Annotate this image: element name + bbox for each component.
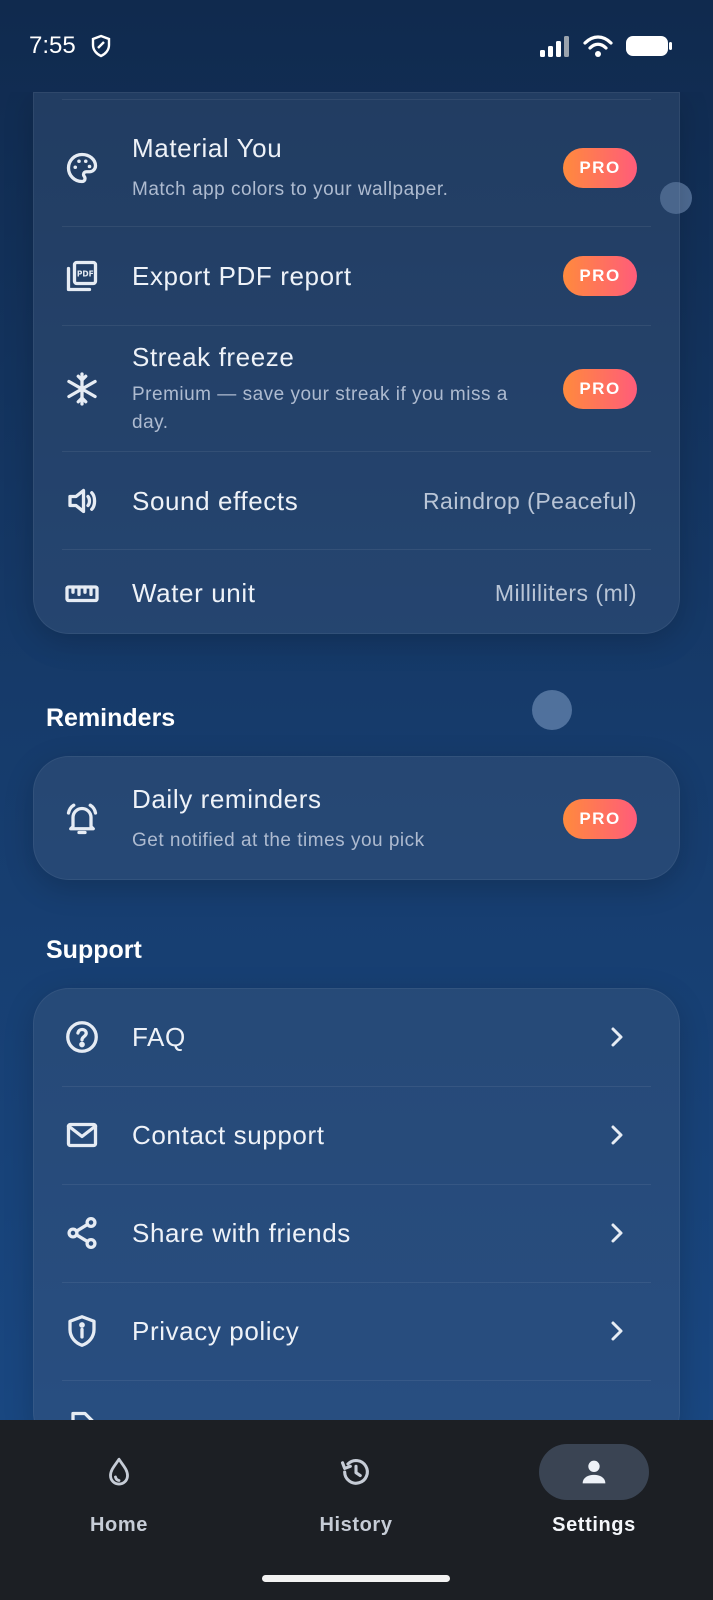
streak-freeze-row[interactable]: Streak freeze Premium — save your streak… [34,329,679,449]
signal-icon [540,36,569,57]
daily-reminders-row[interactable]: Daily reminders Get notified at the time… [34,757,679,881]
reminders-card: Daily reminders Get notified at the time… [33,756,680,880]
mail-icon [62,1115,102,1155]
history-icon [340,1459,369,1485]
chevron-right-icon [605,1025,629,1049]
nav-settings[interactable]: Settings [514,1444,674,1554]
battery-icon [626,36,672,56]
water-unit-row[interactable]: Water unit Milliliters (ml) [34,551,679,635]
pro-badge: PRO [563,148,637,188]
settings-scroll[interactable]: Material You Match app colors to your wa… [0,92,713,1420]
export-pdf-title: Export PDF report [132,260,352,291]
divider [62,325,651,326]
faq-title: FAQ [132,1021,186,1052]
general-settings-card: Material You Match app colors to your wa… [33,92,680,634]
bottom-navigation: Home History Settings [0,1420,713,1600]
shield-status-icon [91,34,110,58]
share-friends-title: Share with friends [132,1217,351,1248]
support-heading: Support [46,936,142,964]
status-bar: 7:55 [0,0,713,92]
reminders-heading: Reminders [46,704,176,732]
status-time: 7:55 [29,32,76,59]
shield-info-icon [62,1311,102,1351]
pro-badge: PRO [563,256,637,296]
nav-home[interactable]: Home [39,1444,199,1554]
droplet-icon [109,1457,129,1486]
daily-reminders-subtitle: Get notified at the times you pick [132,829,425,851]
snowflake-icon [62,369,102,409]
home-indicator[interactable] [262,1575,450,1582]
decor-bubble [532,690,572,730]
export-pdf-row[interactable]: PDF Export PDF report PRO [34,229,679,323]
pdf-icon: PDF [62,256,102,296]
document-icon [62,1407,102,1420]
chevron-right-icon [605,1319,629,1343]
privacy-policy-row[interactable]: Privacy policy [34,1283,679,1379]
share-icon [62,1213,102,1253]
divider [62,99,651,100]
sound-effects-row[interactable]: Sound effects Raindrop (Peaceful) [34,455,679,547]
contact-support-title: Contact support [132,1119,325,1150]
help-circle-icon [62,1017,102,1057]
nav-history-label: History [319,1514,393,1536]
daily-reminders-title: Daily reminders [132,783,322,814]
contact-support-row[interactable]: Contact support [34,1087,679,1183]
partial-row[interactable] [34,1381,679,1420]
water-unit-value: Milliliters (ml) [494,579,637,606]
nav-home-indicator [64,1444,174,1500]
pro-badge: PRO [563,799,637,839]
water-unit-title: Water unit [132,577,256,608]
sound-effects-value: Raindrop (Peaceful) [422,487,637,514]
person-icon [582,1460,606,1484]
material-you-subtitle: Match app colors to your wallpaper. [132,178,449,200]
nav-history[interactable]: History [276,1444,436,1554]
share-friends-row[interactable]: Share with friends [34,1185,679,1281]
privacy-policy-title: Privacy policy [132,1315,300,1346]
pro-badge: PRO [563,369,637,409]
ruler-icon [62,573,102,613]
wifi-icon [583,35,613,57]
faq-row[interactable]: FAQ [34,989,679,1085]
speaker-icon [62,481,102,521]
divider [62,549,651,550]
bell-ringing-icon [62,799,102,839]
streak-freeze-subtitle: Premium — save your streak if you miss a… [132,383,508,433]
divider [62,451,651,452]
nav-settings-indicator [539,1444,649,1500]
sound-effects-title: Sound effects [132,485,299,516]
divider [62,226,651,227]
svg-text:PDF: PDF [77,269,94,278]
nav-home-label: Home [90,1514,148,1536]
nav-settings-label: Settings [552,1514,636,1536]
palette-icon [62,148,102,188]
material-you-title: Material You [132,132,283,163]
chevron-right-icon [605,1123,629,1147]
streak-freeze-title: Streak freeze [132,341,295,372]
material-you-row[interactable]: Material You Match app colors to your wa… [34,113,679,223]
chevron-right-icon [605,1221,629,1245]
nav-history-indicator [301,1444,411,1500]
support-card: FAQ Contact support Share with friends P… [33,988,680,1420]
